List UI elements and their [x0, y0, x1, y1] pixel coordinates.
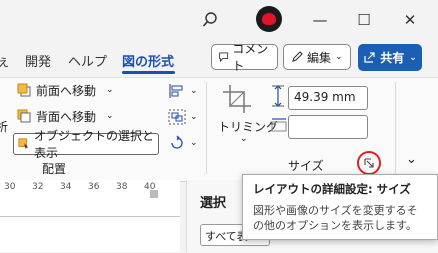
bring-forward-icon: [17, 83, 31, 97]
crop-icon[interactable]: [222, 84, 256, 118]
chevron-down-icon: ⌄: [190, 112, 198, 122]
height-input[interactable]: 49.39 mm: [288, 86, 368, 110]
width-icon: [271, 117, 287, 137]
group-separator: [206, 82, 207, 174]
ribbon-left-fragment: 析: [0, 120, 9, 134]
group-button[interactable]: ⌄: [168, 108, 200, 126]
document-canvas: [0, 198, 180, 252]
chevron-down-icon: ⌄: [190, 86, 198, 96]
selection-pane-label: オブジェクトの選択と表示: [34, 129, 155, 160]
minimize-button[interactable]: —: [306, 8, 334, 32]
ruler-tick: 38: [116, 182, 128, 192]
ruler-tick: 36: [88, 182, 100, 192]
edit-label: 編集: [307, 50, 332, 65]
send-backward-icon: [17, 109, 31, 123]
dialog-launcher-icon: [364, 158, 374, 168]
send-backward-button[interactable]: 背面へ移動 ⌄: [17, 107, 137, 125]
share-label: 共有: [380, 51, 405, 65]
align-icon: [169, 84, 183, 98]
size-dialog-launcher[interactable]: [357, 151, 381, 175]
pencil-icon: [292, 51, 303, 62]
bring-forward-button[interactable]: 前面へ移動 ⌄: [17, 81, 137, 99]
arrange-group-label: 配置: [42, 162, 67, 176]
align-button[interactable]: ⌄: [168, 82, 200, 100]
ruler-indent-marker[interactable]: [150, 190, 158, 198]
comment-button[interactable]: コメント: [211, 42, 278, 73]
ribbon: 析 前面へ移動 ⌄ 背面へ移動 ⌄ オブジェクトの選択と表示 配置 ⌄ ⌄ ⌄ …: [0, 77, 438, 182]
comment-icon: [219, 52, 229, 63]
selection-pane-title: 選択: [200, 196, 227, 211]
avatar[interactable]: [256, 6, 282, 32]
chevron-down-icon: ⌄: [106, 85, 114, 95]
height-icon: [271, 85, 285, 111]
ruler-tick: 32: [32, 182, 44, 192]
horizontal-ruler: 30 32 34 36 38 40: [0, 180, 180, 199]
crop-label[interactable]: トリミング: [218, 118, 278, 135]
rotate-button[interactable]: ⌄: [168, 134, 200, 152]
tooltip: レイアウトの詳細設定: サイズ 図形や画像のサイズを変更するその他のオプションを…: [242, 174, 438, 240]
tab-developer[interactable]: 開発: [25, 51, 51, 70]
size-group-label: サイズ: [288, 159, 324, 173]
tooltip-body: 図形や画像のサイズを変更するその他のオプションを表示します。: [253, 204, 418, 232]
tab-picture-format[interactable]: 図の形式: [122, 51, 174, 70]
chevron-down-icon: ⌄: [190, 138, 198, 148]
edit-button[interactable]: 編集 ⌄: [283, 44, 351, 70]
send-backward-label: 背面へ移動: [36, 109, 97, 124]
share-icon: [364, 52, 375, 63]
chevron-down-icon: ⌄: [106, 111, 114, 121]
ruler-tick: 34: [60, 182, 72, 192]
comment-label: コメント: [232, 42, 269, 73]
chevron-down-icon: ⌄: [409, 52, 417, 63]
close-button[interactable]: ✕: [396, 8, 424, 32]
title-bar: — ☐ ✕: [0, 0, 438, 40]
share-button[interactable]: 共有 ⌄: [358, 44, 422, 71]
bring-forward-label: 前面へ移動: [36, 83, 97, 98]
tab-partial[interactable]: ぇ: [0, 51, 10, 70]
group-icon: [168, 109, 186, 125]
tab-help[interactable]: ヘルプ: [68, 51, 107, 70]
chevron-down-icon: ⌄: [335, 52, 343, 62]
width-input[interactable]: [288, 115, 368, 139]
selection-pane-icon: [18, 138, 29, 150]
height-value: 49.39 mm: [294, 90, 356, 104]
ruler-tick: 30: [4, 182, 16, 192]
selection-pane-button[interactable]: オブジェクトの選択と表示: [13, 129, 159, 160]
maximize-button[interactable]: ☐: [350, 8, 378, 32]
search-icon[interactable]: [196, 8, 224, 32]
active-tab-indicator: [122, 71, 175, 74]
rotate-icon: [171, 135, 183, 149]
ribbon-collapse-icon[interactable]: ⌄: [406, 152, 417, 167]
tooltip-title: レイアウトの詳細設定: サイズ: [253, 182, 411, 196]
chevron-down-icon: ⌄: [240, 134, 248, 144]
group-separator: [395, 82, 396, 174]
page-edge: [0, 216, 180, 253]
